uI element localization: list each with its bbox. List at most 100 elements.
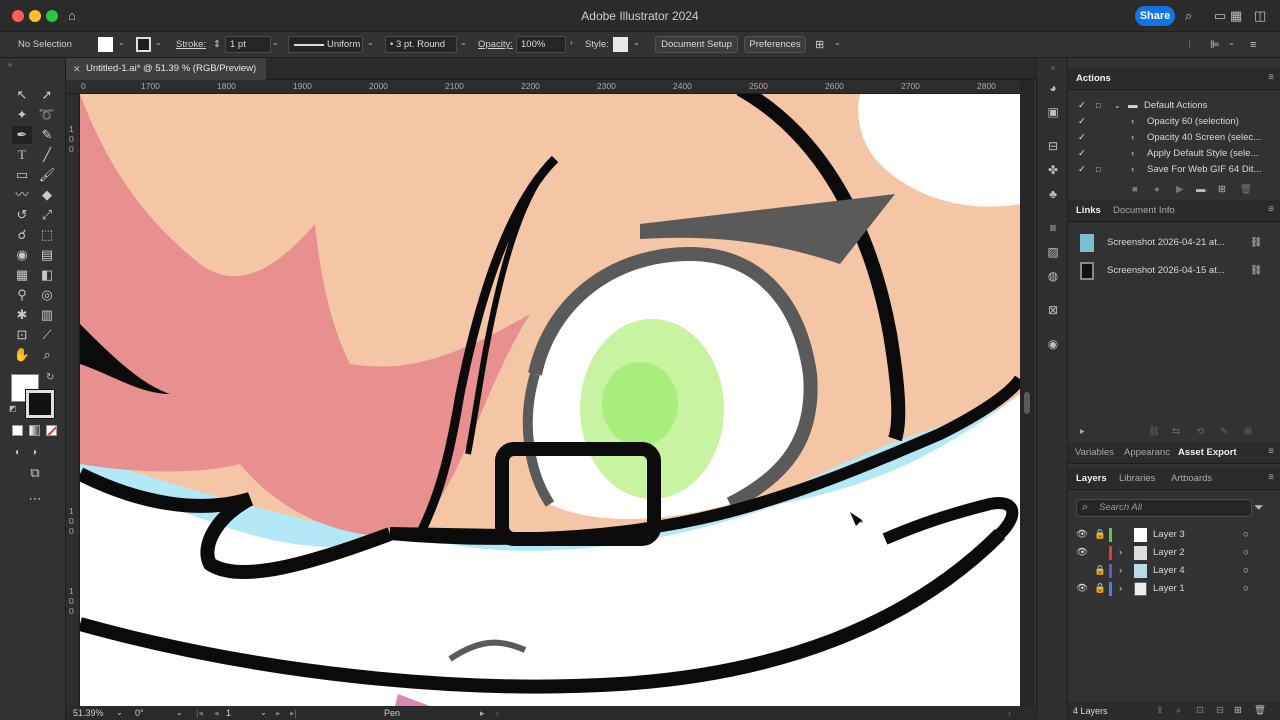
clipping-mask-icon[interactable]: ⊡ [1196,702,1204,720]
transparency-icon[interactable]: ◍ [1045,268,1061,284]
artboard-canvas[interactable]: * [80,94,1020,706]
libraries-icon[interactable]: ⊟ [1045,138,1061,154]
workspace-icon[interactable]: ▦ [1230,8,1242,24]
link-icon[interactable]: ⛓ [1250,234,1262,252]
record-icon[interactable]: ● [1154,182,1160,198]
chevron-down-icon[interactable]: ⌄ [1228,38,1235,47]
menu-icon[interactable]: ≡ [1250,38,1256,52]
chevron-down-icon[interactable]: ⌄ [118,38,125,47]
stroke-stepper-icon[interactable]: ⇕ [213,38,221,52]
link-row[interactable]: Screenshot 2026-04-21 at... ⛓ [1068,234,1280,252]
play-icon[interactable]: ▶ [1176,182,1183,198]
gradient-mode-icon[interactable] [29,425,40,436]
edit-original-icon[interactable]: ✎ [1220,424,1228,440]
color-mode-icon[interactable] [12,425,23,436]
action-row[interactable]: ✓ › Apply Default Style (sele... [1068,146,1280,162]
check-icon[interactable]: ✓ [1078,98,1086,114]
layer-row[interactable]: 👁 🔒 Layer 3 ○ [1068,526,1280,544]
new-action-icon[interactable]: ⊞ [1218,182,1226,198]
tab-variables[interactable]: Variables [1075,442,1114,464]
filter-icon[interactable]: ⏷ [1254,500,1264,515]
tab-document-info[interactable]: Document Info [1113,200,1175,222]
distribute-icon[interactable]: ⁞ [1188,38,1191,52]
new-sublayer-icon[interactable]: ⊟ [1216,702,1224,720]
stroke-label[interactable]: Stroke: [176,38,206,52]
tab-libraries[interactable]: Libraries [1119,468,1155,490]
target-icon[interactable]: ○ [1243,562,1249,580]
check-icon[interactable]: ✓ [1078,162,1086,178]
tab-actions[interactable]: Actions [1076,68,1111,90]
delete-icon[interactable]: 🗑 [1240,182,1252,198]
rotation-field[interactable]: 0° [135,707,144,719]
chevron-down-icon[interactable]: ⌄ [633,38,640,47]
chevron-down-icon[interactable]: ⌄ [460,38,467,47]
paintbrush-tool-icon[interactable]: 🖌 [37,166,57,184]
lock-icon[interactable]: 🔒 [1094,580,1106,598]
chevron-down-icon[interactable]: ⌄ [367,38,374,47]
collapse-icon[interactable]: » [1045,60,1061,76]
eye-icon[interactable]: 👁 [1076,580,1088,598]
eye-icon[interactable]: 👁 [1076,544,1088,562]
dialog-toggle-icon[interactable]: □ [1096,162,1101,178]
new-layer-icon[interactable]: ⊞ [1234,702,1242,720]
tab-artboards[interactable]: Artboards [1171,468,1212,490]
chevron-right-icon[interactable]: › [1131,146,1134,162]
chevron-down-icon[interactable]: ⌄ [260,707,267,719]
vertical-ruler[interactable]: 100100100 [66,94,80,706]
scale-tool-icon[interactable]: ⤢ [37,206,57,224]
opacity-field[interactable]: 100% [516,36,566,53]
layer-row[interactable]: 🔒 › Layer 4 ○ [1068,562,1280,580]
brushes-icon[interactable]: ✤ [1045,162,1061,178]
lock-icon[interactable]: 🔒 [1094,526,1106,544]
check-icon[interactable]: ✓ [1078,130,1086,146]
target-icon[interactable]: ○ [1243,526,1249,544]
align-icon[interactable]: ⊫ [1210,38,1220,52]
arrange-icon[interactable]: ⊞ [815,38,824,52]
window-icon[interactable]: ▭ [1214,8,1226,24]
lock-icon[interactable]: 🔒 [1094,562,1106,580]
status-menu-icon[interactable]: ▸ [480,707,485,719]
stroke-color-swatch[interactable] [25,389,55,419]
eyedropper-tool-icon[interactable]: ⚲ [12,286,32,304]
rectangle-tool-icon[interactable]: ▭ [12,166,32,184]
action-row[interactable]: ✓ □ › Save For Web GIF 64 Dit... [1068,162,1280,178]
properties-icon[interactable]: ▣ [1045,104,1061,120]
layer-row[interactable]: 👁 🔒 › Layer 1 ○ [1068,580,1280,598]
stop-icon[interactable]: ■ [1132,182,1138,198]
eye-icon[interactable]: 👁 [1076,526,1088,544]
zoom-level[interactable]: 51.39% [73,707,104,719]
zoom-tool-icon[interactable]: ⌕ [37,346,57,364]
link-icon[interactable]: ⛓ [1250,262,1262,280]
color-guide-icon[interactable]: ◕ [1045,80,1061,96]
shape-builder-tool-icon[interactable]: ◉ [12,246,32,264]
gradient-icon[interactable]: ▨ [1045,244,1061,260]
panel-menu-icon[interactable]: ≡ [1268,472,1274,483]
lasso-tool-icon[interactable]: ➰ [37,106,57,124]
brush-definition[interactable]: • 3 pt. Round [385,36,457,53]
symbol-sprayer-tool-icon[interactable]: ✱ [12,306,32,324]
layer-row[interactable]: 👁 › Layer 2 ○ [1068,544,1280,562]
chevron-right-icon[interactable]: › [570,38,573,47]
next-artboard-icon[interactable]: ▸ [276,707,281,719]
artboard-number[interactable]: 1 [226,707,231,719]
slice-tool-icon[interactable]: ⟋ [37,326,57,344]
swap-colors-icon[interactable]: ↻ [46,372,54,383]
variable-width-profile[interactable]: Uniform [288,36,363,53]
relink-icon[interactable]: ⛓ [1148,424,1160,440]
panel-menu-icon[interactable]: ≡ [1268,72,1274,83]
new-set-icon[interactable]: ▬ [1196,182,1206,198]
free-transform-tool-icon[interactable]: ⬚ [37,226,57,244]
fill-swatch[interactable] [98,37,113,52]
rotate-tool-icon[interactable]: ↺ [12,206,32,224]
target-icon[interactable]: ○ [1243,544,1249,562]
none-mode-icon[interactable] [46,425,57,436]
action-set-row[interactable]: ✓ □ ⌄ ▬ Default Actions [1068,98,1280,114]
tab-asset-export[interactable]: Asset Export [1178,442,1237,464]
eraser-tool-icon[interactable]: ◆ [37,186,57,204]
shaper-tool-icon[interactable]: 〰 [12,186,32,204]
prev-artboard-icon[interactable]: ◂ [214,707,219,719]
direct-selection-tool-icon[interactable]: ➚ [37,86,57,104]
document-setup-button[interactable]: Document Setup [655,36,738,53]
line-tool-icon[interactable]: ╱ [37,146,57,164]
vertical-scrollbar[interactable] [1020,80,1034,706]
